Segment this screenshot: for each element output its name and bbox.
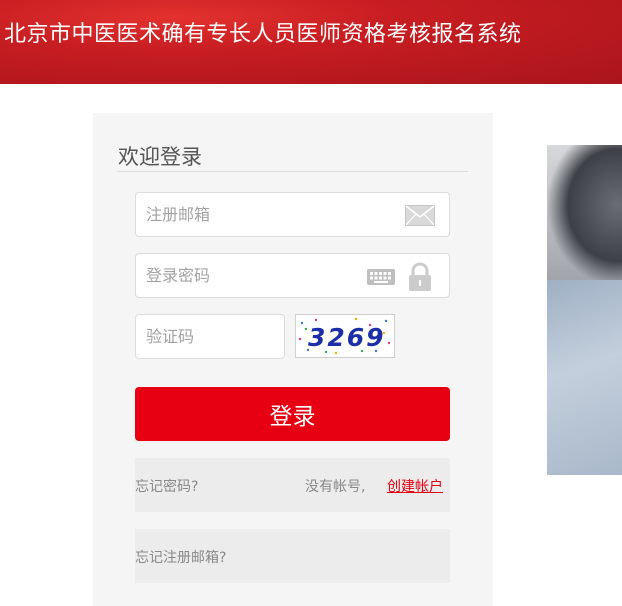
- captcha-field-wrapper: [135, 314, 285, 359]
- site-header: 北京市中医医术确有专长人员医师资格考核报名系统: [0, 0, 622, 84]
- banner-photo-figure: [547, 280, 622, 475]
- captcha-input[interactable]: [136, 315, 284, 358]
- login-panel: 欢迎登录 注册邮箱 验证码 3269 登录 忘记密码? 没有帐号, 创建帐户 忘…: [93, 113, 493, 606]
- title-divider: [117, 171, 468, 172]
- create-account-link[interactable]: 创建帐户: [387, 476, 443, 496]
- banner-photo: [547, 145, 622, 475]
- email-input[interactable]: [136, 193, 449, 236]
- mail-icon: [405, 205, 435, 226]
- forgot-email-link[interactable]: 忘记注册邮箱?: [135, 547, 226, 567]
- password-input[interactable]: [136, 254, 449, 297]
- email-field-wrapper: [135, 192, 450, 237]
- login-title: 欢迎登录: [118, 145, 202, 169]
- account-links-row: 忘记密码? 没有帐号, 创建帐户: [135, 458, 450, 512]
- forgot-password-link[interactable]: 忘记密码?: [135, 476, 198, 496]
- forgot-email-row: 忘记注册邮箱?: [135, 529, 450, 583]
- login-button[interactable]: 登录: [135, 387, 450, 441]
- captcha-graphic: 3269: [298, 317, 391, 355]
- keyboard-icon[interactable]: [367, 267, 395, 287]
- password-field-wrapper: [135, 253, 450, 298]
- captcha-image[interactable]: 3269: [295, 314, 395, 358]
- site-title: 北京市中医医术确有专长人员医师资格考核报名系统: [4, 22, 522, 47]
- no-account-label: 没有帐号,: [305, 479, 366, 495]
- lock-icon: [409, 262, 431, 291]
- captcha-code: 3269: [308, 323, 386, 352]
